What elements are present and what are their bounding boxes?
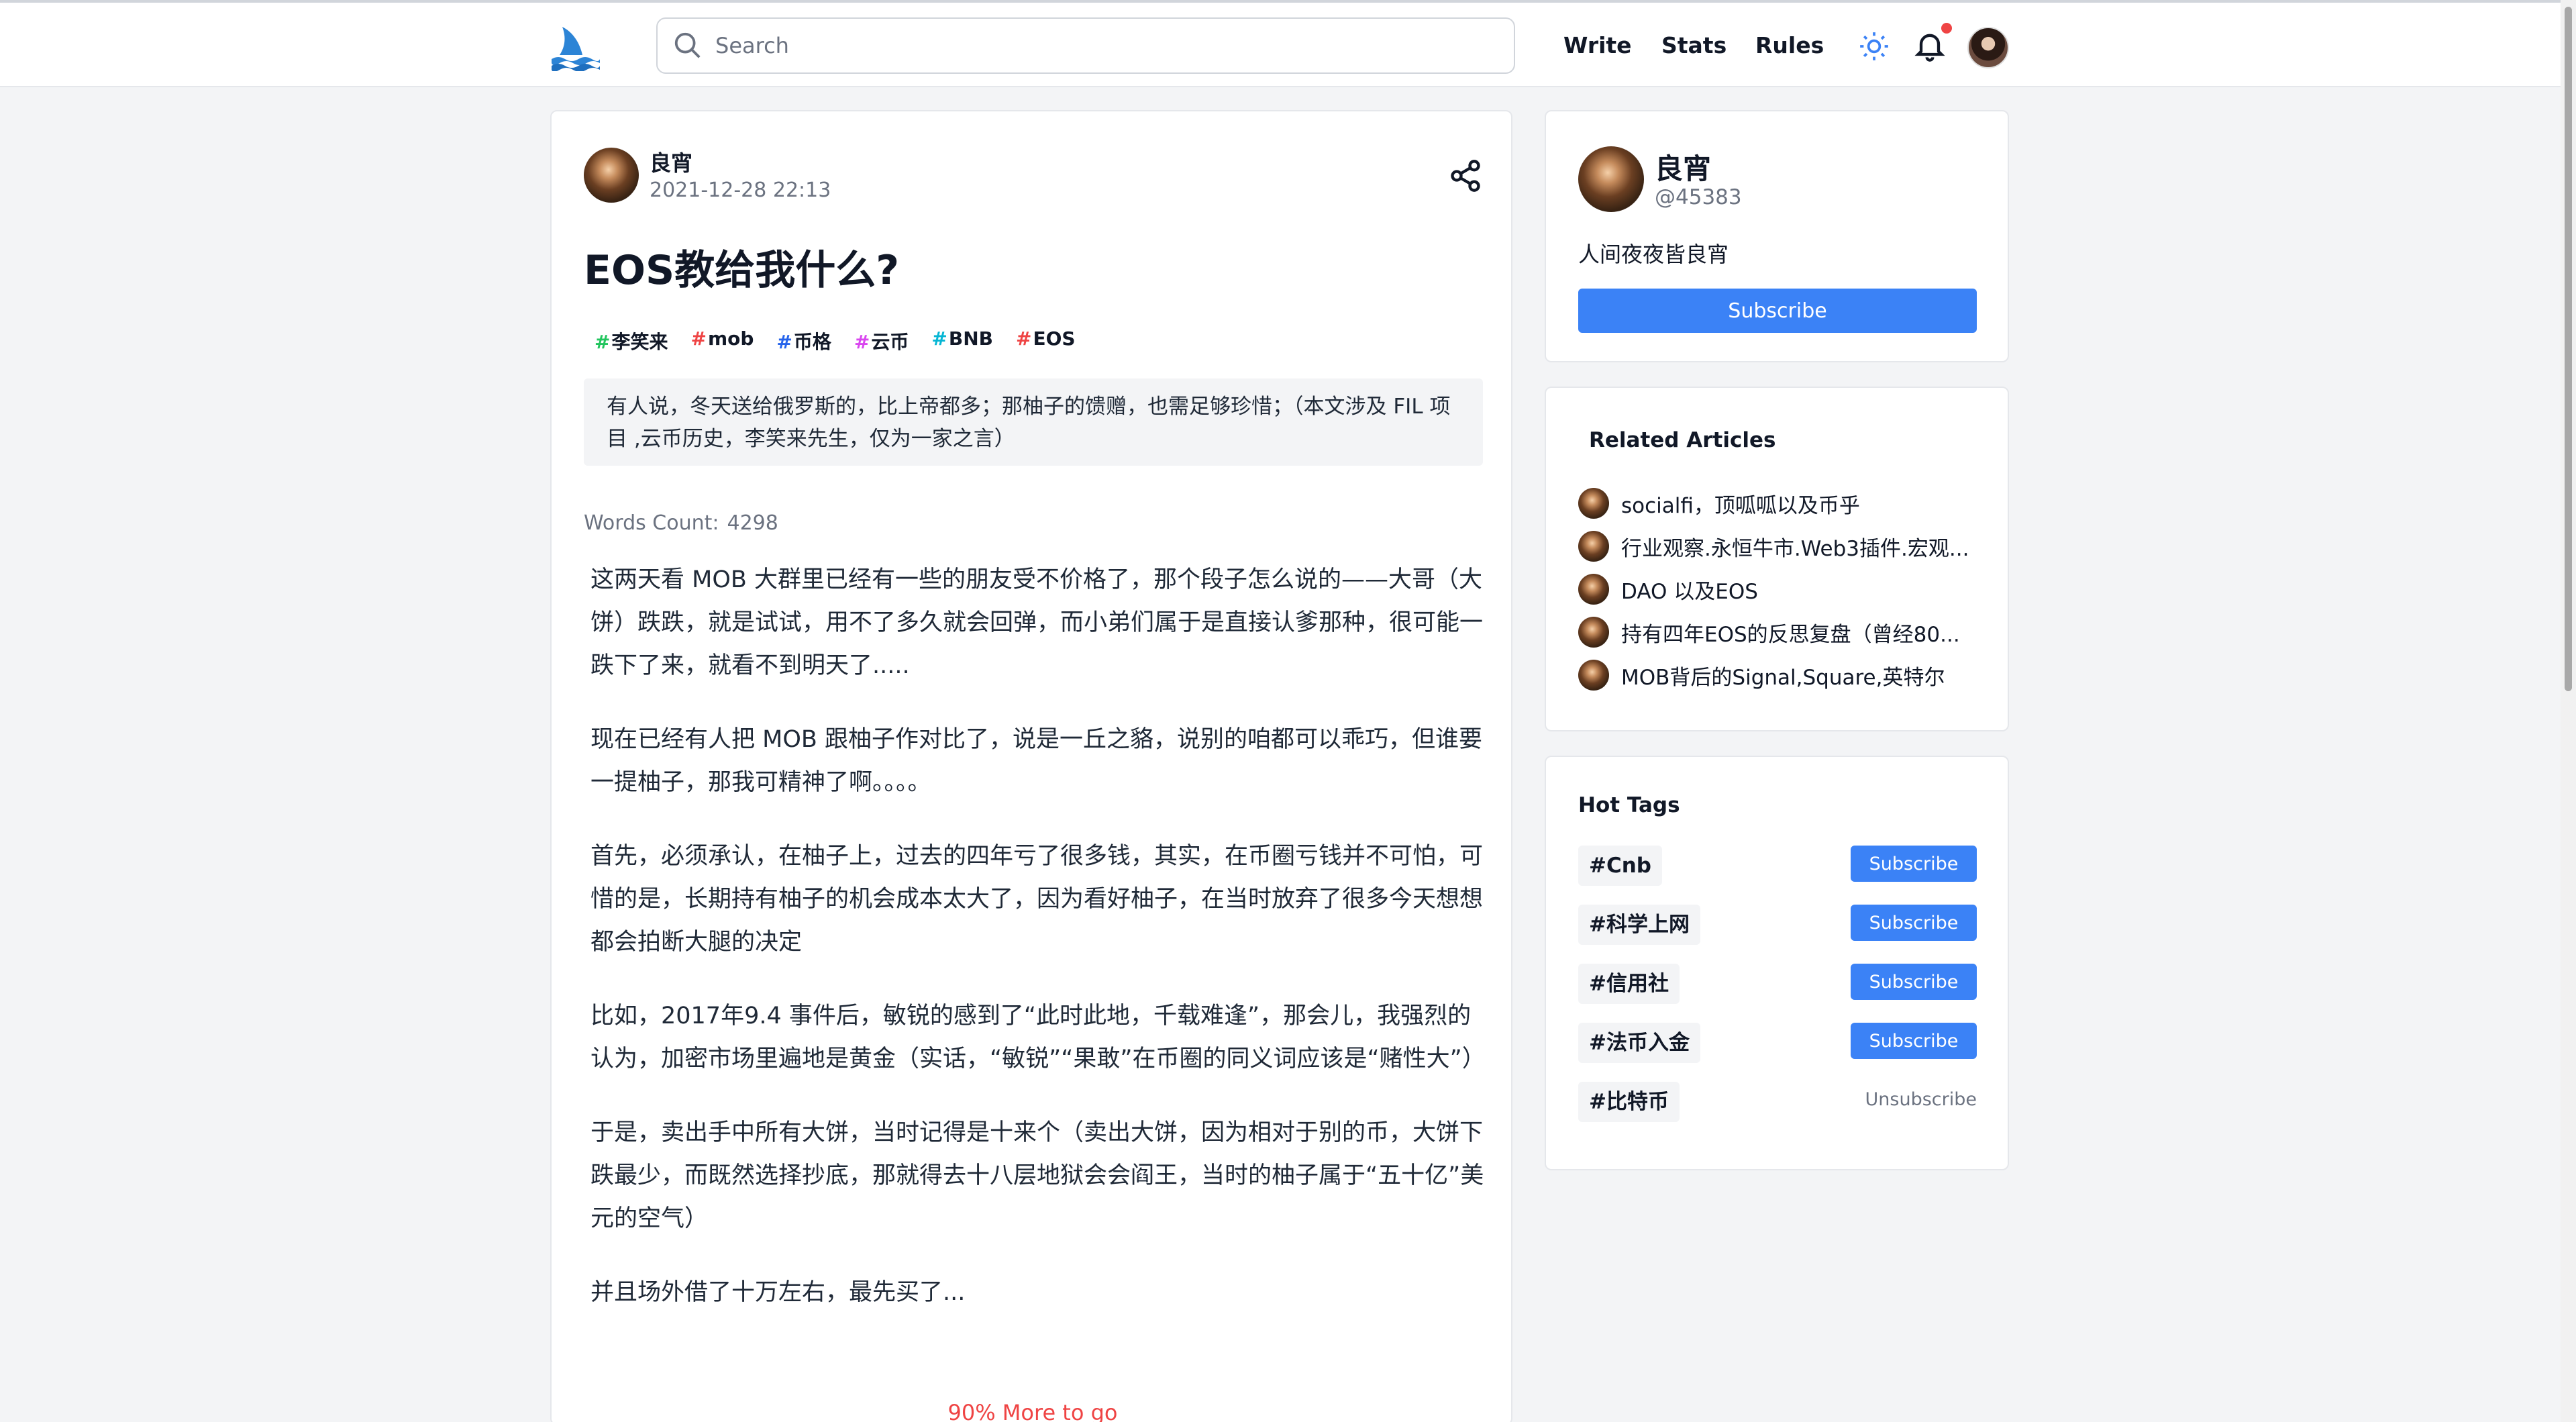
- tag-label: BNB: [948, 327, 993, 350]
- author-profile-card: 良宵 @45383 人间夜夜皆良宵 Subscribe: [1545, 110, 2009, 362]
- paragraph: 并且场外借了十万左右，最先买了...: [590, 1279, 966, 1306]
- share-icon[interactable]: [1448, 158, 1483, 193]
- tag-label: 李笑来: [611, 331, 668, 353]
- hot-tag-row: #法币入金 Subscribe: [1578, 1023, 1977, 1063]
- post-date: 2021-12-28 22:13: [650, 179, 831, 202]
- article-summary: 有人说，冬天送给俄罗斯的，比上帝都多；那柚子的馈赠，也需足够珍惜；（本文涉及 F…: [584, 378, 1483, 466]
- related-article-item[interactable]: 行业观察.永恒牛市.Web3插件.宏观...: [1578, 525, 1994, 568]
- tag-link[interactable]: #云币: [854, 327, 909, 354]
- word-count-value: 4298: [727, 511, 778, 535]
- hot-tag-row: #Cnb Subscribe: [1578, 846, 1977, 886]
- related-articles-list: socialfi，顶呱呱以及币乎 行业观察.永恒牛市.Web3插件.宏观... …: [1578, 482, 1994, 697]
- bell-icon[interactable]: [1912, 28, 1947, 63]
- nav-rules-link[interactable]: Rules: [1755, 32, 1824, 58]
- article-title: EOS教给我什么?: [584, 247, 900, 294]
- related-articles-title: Related Articles: [1589, 428, 1776, 452]
- tag-link[interactable]: #币格: [776, 327, 831, 354]
- hot-tags-card: Hot Tags #Cnb Subscribe #科学上网 Subscribe …: [1545, 756, 2009, 1170]
- author-name[interactable]: 良宵: [650, 146, 692, 177]
- article-card: 良宵 2021-12-28 22:13 EOS教给我什么? #李笑来 #mob …: [550, 110, 1512, 1422]
- related-article-title: MOB背后的Signal,Square,英特尔: [1621, 665, 1945, 690]
- hash-symbol: #: [776, 331, 792, 353]
- hash-symbol: #: [595, 331, 611, 353]
- word-count: Words Count: 4298: [584, 511, 778, 535]
- author-avatar[interactable]: [584, 148, 639, 203]
- user-avatar[interactable]: [1967, 27, 2009, 68]
- paragraph: 这两天看 MOB 大群里已经有一些的朋友受不价格了，那个段子怎么说的——大哥（大…: [590, 566, 1484, 679]
- subscribe-tag-button[interactable]: Subscribe: [1851, 846, 1977, 882]
- subscribe-author-button[interactable]: Subscribe: [1578, 289, 1977, 333]
- tag-label: 云币: [871, 331, 909, 353]
- subscribe-tag-button[interactable]: Subscribe: [1851, 905, 1977, 941]
- article-body: 这两天看 MOB 大群里已经有一些的朋友受不价格了，那个段子怎么说的——大哥（大…: [590, 558, 1490, 1345]
- page-scrollbar-thumb[interactable]: [2565, 7, 2572, 691]
- tag-link[interactable]: #李笑来: [595, 327, 668, 354]
- tag-link[interactable]: #mob: [690, 327, 754, 354]
- hot-tag-label[interactable]: #信用社: [1578, 964, 1680, 1004]
- related-articles-card: Related Articles socialfi，顶呱呱以及币乎 行业观察.永…: [1545, 387, 2009, 731]
- related-article-title: 持有四年EOS的反思复盘（曾经80...: [1621, 622, 1960, 647]
- hash-symbol: #: [931, 327, 947, 350]
- hot-tag-row: #科学上网 Subscribe: [1578, 905, 1977, 945]
- subscribe-tag-button[interactable]: Subscribe: [1851, 1023, 1977, 1059]
- hot-tag-row: #信用社 Subscribe: [1578, 964, 1977, 1004]
- profile-bio: 人间夜夜皆良宵: [1578, 242, 1729, 267]
- related-article-item[interactable]: MOB背后的Signal,Square,英特尔: [1578, 654, 1994, 697]
- tag-label: mob: [707, 327, 754, 350]
- unsubscribe-tag-button[interactable]: Unsubscribe: [1865, 1082, 1977, 1118]
- related-avatar: [1578, 488, 1609, 519]
- paragraph: 比如，2017年9.4 事件后，敏锐的感到了“此时此地，千载难逢”，那会儿，我强…: [590, 1003, 1486, 1072]
- hash-symbol: #: [1015, 327, 1032, 350]
- hot-tag-row: #比特币 Unsubscribe: [1578, 1082, 1977, 1122]
- sun-icon[interactable]: [1857, 30, 1891, 63]
- top-navbar: Write Stats Rules: [0, 3, 2576, 87]
- hash-symbol: #: [690, 327, 707, 350]
- search-box[interactable]: [656, 17, 1515, 74]
- nav-write-link[interactable]: Write: [1563, 32, 1632, 58]
- paragraph: 现在已经有人把 MOB 跟柚子作对比了，说是一丘之貉，说别的咱都可以乖巧，但谁要…: [590, 726, 1483, 796]
- related-article-title: DAO 以及EOS: [1621, 579, 1758, 604]
- hot-tag-label[interactable]: #科学上网: [1578, 905, 1700, 945]
- related-article-title: 行业观察.永恒牛市.Web3插件.宏观...: [1621, 536, 1969, 561]
- profile-name[interactable]: 良宵: [1655, 146, 1711, 187]
- related-article-title: socialfi，顶呱呱以及币乎: [1621, 493, 1860, 518]
- shark-fin-logo[interactable]: [550, 24, 600, 71]
- read-more-link[interactable]: 90% More to go: [552, 1400, 1514, 1422]
- related-avatar: [1578, 574, 1609, 605]
- hot-tags-title: Hot Tags: [1578, 793, 1680, 817]
- profile-handle: @45383: [1655, 185, 1742, 209]
- hot-tag-label[interactable]: #Cnb: [1578, 846, 1662, 886]
- related-avatar: [1578, 531, 1609, 562]
- word-count-label: Words Count:: [584, 511, 719, 535]
- paragraph: 首先，必须承认，在柚子上，过去的四年亏了很多钱，其实，在币圈亏钱并不可怕，可惜的…: [590, 843, 1484, 956]
- nav-stats-link[interactable]: Stats: [1661, 32, 1727, 58]
- tag-label: EOS: [1033, 327, 1076, 350]
- related-avatar: [1578, 660, 1609, 691]
- related-avatar: [1578, 617, 1609, 648]
- notification-dot: [1941, 23, 1952, 34]
- tag-link[interactable]: #EOS: [1016, 327, 1076, 354]
- paragraph: 于是，卖出手中所有大饼，当时记得是十来个（卖出大饼，因为相对于别的币，大饼下跌最…: [590, 1119, 1484, 1232]
- related-article-item[interactable]: DAO 以及EOS: [1578, 568, 1994, 611]
- tag-link[interactable]: #BNB: [931, 327, 993, 354]
- related-article-item[interactable]: 持有四年EOS的反思复盘（曾经80...: [1578, 611, 1994, 654]
- search-input[interactable]: [715, 33, 1514, 58]
- profile-avatar[interactable]: [1578, 146, 1644, 212]
- hot-tag-label[interactable]: #比特币: [1578, 1082, 1680, 1122]
- related-article-item[interactable]: socialfi，顶呱呱以及币乎: [1578, 482, 1994, 525]
- hot-tag-label[interactable]: #法币入金: [1578, 1023, 1700, 1063]
- article-tags: #李笑来 #mob #币格 #云币 #BNB #EOS: [595, 327, 1076, 354]
- hash-symbol: #: [854, 331, 870, 353]
- subscribe-tag-button[interactable]: Subscribe: [1851, 964, 1977, 1000]
- tag-label: 币格: [793, 331, 831, 353]
- search-icon: [674, 32, 701, 58]
